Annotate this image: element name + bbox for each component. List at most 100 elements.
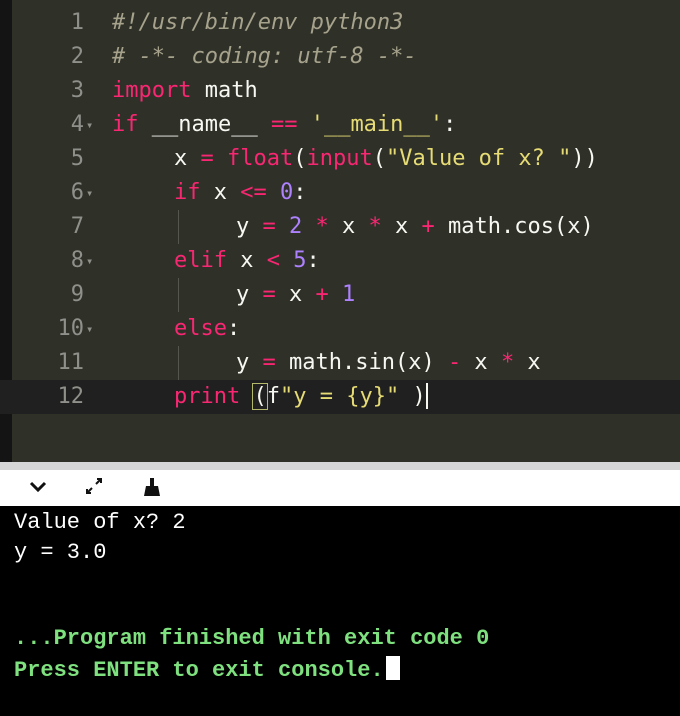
console-line-prompt: Value of x? 2 [14, 510, 186, 535]
code-editor[interactable]: 1 #!/usr/bin/env python3 2 # -*- coding: ut… [0, 0, 680, 462]
code-text: y = x + 1 [236, 278, 355, 312]
fold-toggle-icon[interactable]: ▾ [86, 108, 93, 142]
code-token: input [306, 146, 373, 171]
console-toolbar [0, 470, 680, 506]
code-line[interactable]: 2 # -*- coding: utf-8 -*- [0, 40, 680, 74]
line-number: 10 [57, 316, 85, 341]
code-line[interactable]: 9 y = x + 1 [0, 278, 680, 312]
code-token: - [447, 350, 462, 375]
code-token: math.sin(x) [275, 350, 448, 375]
code-token: = [200, 146, 214, 171]
code-token: 2 [289, 214, 303, 239]
expand-arrows-icon[interactable] [84, 476, 104, 503]
code-token: + [421, 214, 435, 239]
code-line[interactable]: 10 ▾ else: [0, 312, 680, 346]
code-token: float [227, 146, 294, 171]
code-token: f [266, 384, 280, 409]
code-token: elif [174, 248, 227, 273]
code-token: : [306, 248, 320, 273]
code-token: * [315, 214, 329, 239]
code-token: x [328, 214, 369, 239]
line-number: 1 [70, 10, 84, 35]
line-number: 12 [57, 384, 85, 409]
press-enter-text: Press ENTER to exit console. [14, 658, 384, 683]
code-token: else [174, 316, 227, 341]
code-token: x [514, 350, 541, 375]
code-text: #!/usr/bin/env python3 [112, 6, 403, 40]
code-line[interactable]: 5 x = float(input("Value of x? ")) [0, 142, 680, 176]
code-token: if [112, 112, 139, 137]
line-number: 11 [57, 350, 85, 375]
code-token: if [174, 180, 201, 205]
code-token: "Value of x? " [385, 146, 572, 171]
code-token: = [262, 214, 276, 239]
code-line[interactable]: 12 print (f"y = {y}" ) [0, 380, 680, 414]
code-token: math [191, 78, 258, 103]
code-token: ( [372, 146, 386, 171]
broom-icon[interactable] [142, 476, 164, 505]
code-token: "y = {y}" [279, 384, 400, 409]
code-token: == [270, 112, 298, 137]
chevron-down-svg [29, 481, 47, 493]
console-cursor [385, 656, 400, 680]
code-text: if x <= 0: [174, 176, 307, 210]
code-token: < [266, 248, 280, 273]
code-token: y [236, 282, 263, 307]
code-token: : [443, 112, 457, 137]
fold-toggle-icon[interactable]: ▾ [86, 244, 93, 278]
line-number: 8 [70, 248, 84, 273]
code-token: 5 [293, 248, 307, 273]
line-number: 4 [70, 112, 84, 137]
code-text: y = 2 * x * x + math.cos(x) [236, 210, 594, 244]
fold-toggle-icon[interactable]: ▾ [86, 176, 93, 210]
code-line[interactable]: 3 import math [0, 74, 680, 108]
code-text: import math [112, 74, 258, 108]
code-token: )) [571, 146, 598, 171]
code-token: : [226, 316, 241, 341]
code-line[interactable]: 8 ▾ elif x < 5: [0, 244, 680, 278]
code-text: if __name__ == '__main__': [112, 108, 456, 142]
code-token: ( [293, 146, 307, 171]
code-token: #!/usr/bin/env python3 [112, 10, 404, 35]
console-line-result: y = 3.0 [14, 540, 107, 565]
line-number: 2 [70, 44, 84, 69]
fold-toggle-icon[interactable]: ▾ [86, 312, 93, 346]
code-token: print [174, 384, 241, 409]
code-token: 1 [342, 282, 356, 307]
broom-svg [144, 478, 160, 496]
code-token: = [262, 282, 276, 307]
code-token: x [275, 282, 316, 307]
code-token: __name__ [138, 112, 271, 137]
code-line[interactable]: 4 ▾ if __name__ == '__main__': [0, 108, 680, 142]
pane-splitter[interactable] [0, 462, 680, 470]
code-text: elif x < 5: [174, 244, 320, 278]
code-token: y [236, 214, 263, 239]
code-token: = [262, 350, 276, 375]
code-line[interactable]: 1 #!/usr/bin/env python3 [0, 6, 680, 40]
code-line[interactable]: 6 ▾ if x <= 0: [0, 176, 680, 210]
code-token: x [461, 350, 501, 375]
console-line-finished: ...Program finished with exit code 0 [14, 626, 490, 651]
chevron-down-icon[interactable] [28, 476, 48, 503]
line-number: 6 [70, 180, 84, 205]
code-token: ) [399, 384, 426, 409]
code-token: import [112, 78, 192, 103]
expand-arrows-svg [86, 478, 102, 494]
code-token: '__main__' [310, 112, 444, 137]
code-token: x [200, 180, 241, 205]
code-token: x [226, 248, 267, 273]
output-console[interactable]: Value of x? 2 y = 3.0 ...Program finishe… [0, 506, 680, 716]
line-number: 9 [70, 282, 84, 307]
code-text: x = float(input("Value of x? ")) [174, 142, 598, 176]
line-number: 5 [70, 146, 84, 171]
code-token: * [368, 214, 382, 239]
code-line[interactable]: 11 y = math.sin(x) - x * x [0, 346, 680, 380]
console-line-press-enter: Press ENTER to exit console. [14, 656, 400, 686]
code-line[interactable]: 7 y = 2 * x * x + math.cos(x) [0, 210, 680, 244]
code-token: ( [252, 383, 268, 410]
